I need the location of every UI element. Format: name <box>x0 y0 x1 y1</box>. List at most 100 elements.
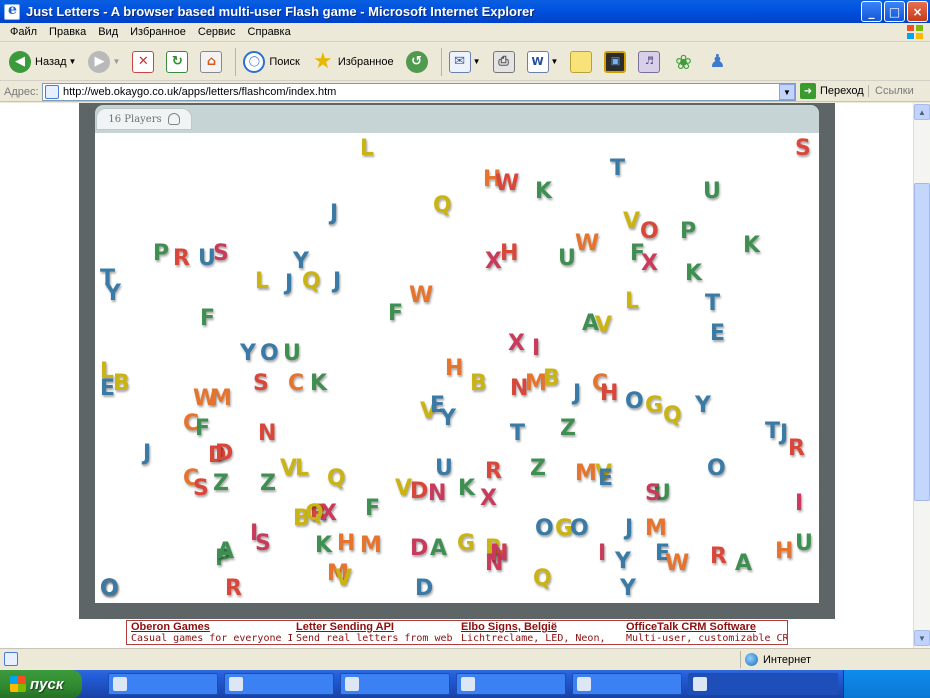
game-letter-tile[interactable]: J <box>625 518 633 540</box>
forward-button[interactable]: ▶ ▼ <box>85 47 123 77</box>
icq-button[interactable]: ❀ <box>669 47 697 77</box>
game-letter-tile[interactable]: B <box>470 373 487 395</box>
game-letter-tile[interactable]: O <box>625 391 644 413</box>
game-letter-tile[interactable]: G <box>457 533 475 555</box>
game-letter-tile[interactable]: D <box>410 481 428 503</box>
game-letter-tile[interactable]: R <box>485 461 502 483</box>
game-letter-tile[interactable]: B <box>113 373 130 395</box>
game-letter-tile[interactable]: V <box>595 315 612 337</box>
game-letter-tile[interactable]: U <box>703 181 721 203</box>
game-letter-tile[interactable]: O <box>707 458 726 480</box>
game-letter-tile[interactable]: N <box>258 423 276 445</box>
game-letter-tile[interactable]: A <box>217 541 234 563</box>
menu-favorites[interactable]: Избранное <box>124 26 192 38</box>
game-letter-tile[interactable]: X <box>641 253 658 275</box>
ad-item[interactable]: Elbo Signs, België Lichtreclame, LED, Ne… <box>457 621 622 644</box>
game-letter-tile[interactable]: Y <box>240 343 256 365</box>
vertical-scrollbar[interactable]: ▲ ▼ <box>913 103 930 648</box>
refresh-button[interactable]: ↻ <box>163 47 191 77</box>
game-letter-tile[interactable]: C <box>288 373 304 395</box>
game-letter-tile[interactable]: N <box>428 483 446 505</box>
tv-button[interactable]: ▣ <box>601 47 629 77</box>
mail-button[interactable]: ✉ ▼ <box>446 47 484 77</box>
game-letter-tile[interactable]: K <box>743 235 760 257</box>
game-letter-tile[interactable]: Y <box>615 551 631 573</box>
taskbar-item[interactable] <box>108 673 218 695</box>
game-letter-tile[interactable]: H <box>337 533 355 555</box>
game-letter-tile[interactable]: K <box>535 181 552 203</box>
game-letter-tile[interactable]: J <box>143 443 151 465</box>
game-letter-tile[interactable]: S <box>253 373 269 395</box>
game-letter-tile[interactable]: Z <box>260 473 276 495</box>
menu-view[interactable]: Вид <box>92 26 124 38</box>
game-letter-tile[interactable]: Y <box>440 408 456 430</box>
game-letter-tile[interactable]: Y <box>695 395 711 417</box>
taskbar-item[interactable] <box>572 673 682 695</box>
game-letter-tile[interactable]: F <box>388 303 403 325</box>
edit-button[interactable]: W ▼ <box>524 47 562 77</box>
game-letter-tile[interactable]: H <box>445 358 463 380</box>
game-letter-tile[interactable]: F <box>200 308 215 330</box>
game-letter-tile[interactable]: Q <box>533 568 552 590</box>
game-letter-tile[interactable]: U <box>795 533 813 555</box>
game-letter-tile[interactable]: S <box>645 483 661 505</box>
game-letter-tile[interactable]: T <box>510 423 525 445</box>
game-letter-tile[interactable]: T <box>610 158 625 180</box>
ad-title[interactable]: Elbo Signs, België <box>461 621 622 633</box>
game-letter-tile[interactable]: A <box>735 553 752 575</box>
game-letter-tile[interactable]: O <box>260 343 279 365</box>
game-letter-tile[interactable]: L <box>255 271 269 293</box>
print-button[interactable]: ⎙ <box>490 47 518 77</box>
game-letter-tile[interactable]: T <box>765 421 780 443</box>
game-letter-tile[interactable]: U <box>435 458 453 480</box>
game-letter-tile[interactable]: G <box>645 395 663 417</box>
maximize-button[interactable]: □ <box>884 1 905 22</box>
game-letter-tile[interactable]: K <box>458 478 475 500</box>
game-letter-tile[interactable]: V <box>335 568 352 590</box>
game-letter-tile[interactable]: S <box>255 533 271 555</box>
game-letter-tile[interactable]: J <box>780 423 788 445</box>
menu-file[interactable]: Файл <box>4 26 43 38</box>
game-letter-tile[interactable]: W <box>495 173 519 195</box>
game-letter-tile[interactable]: S <box>795 138 811 160</box>
taskbar-item[interactable] <box>340 673 450 695</box>
game-letter-tile[interactable]: U <box>558 248 576 270</box>
game-canvas[interactable]: LSTHWKUJQVOPKPRUSXFYHUWXKTLJQJWYFFLTAVEX… <box>95 133 819 603</box>
game-letter-tile[interactable]: M <box>360 535 382 557</box>
game-letter-tile[interactable]: Q <box>433 195 452 217</box>
game-letter-tile[interactable]: B <box>543 368 560 390</box>
game-letter-tile[interactable]: R <box>788 438 805 460</box>
taskbar-item-active[interactable] <box>688 673 838 695</box>
ad-title[interactable]: Letter Sending API <box>296 621 457 633</box>
game-letter-tile[interactable]: L <box>625 291 639 313</box>
game-letter-tile[interactable]: J <box>333 271 341 293</box>
game-letter-tile[interactable]: S <box>193 478 209 500</box>
game-letter-tile[interactable]: M <box>210 388 232 410</box>
messenger-button[interactable]: ♟ <box>703 47 731 77</box>
scroll-thumb[interactable] <box>914 183 930 501</box>
ad-item[interactable]: Oberon Games Casual games for everyone I… <box>127 621 292 644</box>
game-letter-tile[interactable]: I <box>532 338 540 360</box>
game-letter-tile[interactable]: I <box>598 543 606 565</box>
game-letter-tile[interactable]: R <box>710 546 727 568</box>
game-letter-tile[interactable]: T <box>705 293 720 315</box>
search-button[interactable]: ◯ Поиск <box>240 47 302 77</box>
favorites-button[interactable]: ★ Избранное <box>309 47 397 77</box>
menu-tools[interactable]: Сервис <box>192 26 242 38</box>
game-letter-tile[interactable]: J <box>330 203 338 225</box>
address-url[interactable]: http://web.okaygo.co.uk/apps/letters/fla… <box>63 86 779 98</box>
game-letter-tile[interactable]: X <box>320 503 337 525</box>
game-letter-tile[interactable]: Q <box>663 405 682 427</box>
game-letter-tile[interactable]: U <box>283 343 301 365</box>
game-letter-tile[interactable]: K <box>685 263 702 285</box>
game-letter-tile[interactable]: H <box>775 541 793 563</box>
go-button[interactable]: ➜ Переход <box>800 83 864 99</box>
history-button[interactable]: ↺ <box>403 47 431 77</box>
game-letter-tile[interactable]: D <box>410 538 428 560</box>
game-letter-tile[interactable]: P <box>153 243 169 265</box>
game-letter-tile[interactable]: Y <box>620 578 636 600</box>
game-letter-tile[interactable]: V <box>623 211 640 233</box>
game-letter-tile[interactable]: D <box>215 443 233 465</box>
game-letter-tile[interactable]: J <box>573 383 581 405</box>
menu-help[interactable]: Справка <box>242 26 297 38</box>
